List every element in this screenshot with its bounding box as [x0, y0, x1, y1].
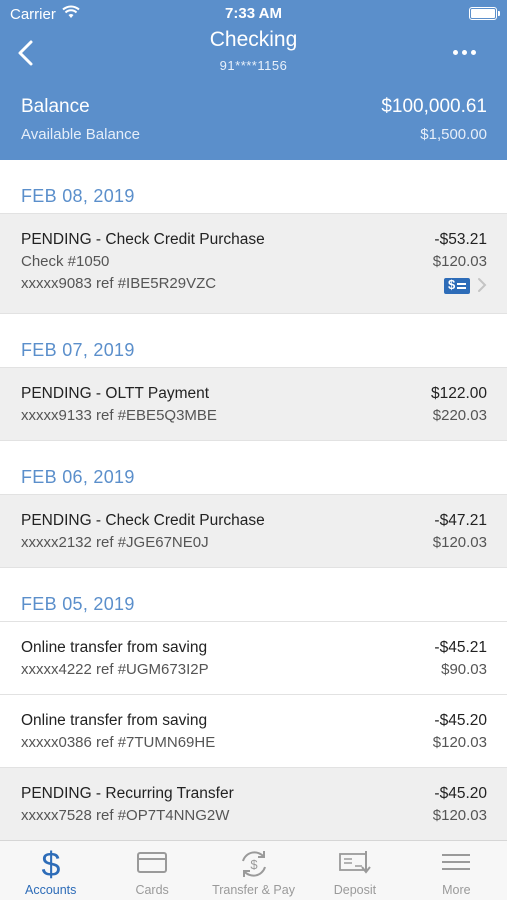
transaction-row[interactable]: Online transfer from saving xxxxx4222 re…	[0, 622, 507, 695]
status-bar: Carrier 7:33 AM	[0, 0, 507, 28]
transaction-amount: -$45.20	[434, 785, 487, 802]
deposit-icon	[339, 851, 371, 874]
tab-deposit[interactable]: Deposit	[304, 841, 405, 900]
more-options-icon[interactable]	[451, 42, 479, 62]
battery-icon	[469, 7, 500, 20]
tab-more[interactable]: More	[406, 841, 507, 900]
page-title: Checking	[209, 28, 298, 51]
svg-text:$: $	[41, 847, 60, 881]
transaction-ref: xxxxx7528 ref #OP7T4NNG2W	[21, 807, 230, 824]
transaction-description: PENDING - Check Credit Purchase	[21, 512, 265, 529]
transaction-check-number: Check #1050	[21, 253, 110, 270]
transaction-balance: $90.03	[441, 661, 487, 678]
tab-label: Accounts	[24, 883, 77, 897]
transaction-balance: $120.03	[432, 807, 487, 824]
date-label: FEB 07, 2019	[21, 340, 135, 360]
date-header: FEB 07, 2019	[0, 314, 507, 368]
transaction-row[interactable]: PENDING - Check Credit Purchase Check #1…	[0, 214, 507, 314]
svg-text:$: $	[250, 857, 258, 872]
transaction-amount: -$45.21	[434, 639, 487, 656]
date-label: FEB 08, 2019	[21, 186, 135, 206]
status-time: 7:33 AM	[225, 5, 282, 22]
balance-value: $100,000.61	[381, 96, 487, 117]
tab-accounts[interactable]: $ Accounts	[0, 841, 101, 900]
tab-transfer-pay[interactable]: $ Transfer & Pay	[203, 841, 304, 900]
menu-icon	[442, 854, 471, 870]
transaction-amount: -$45.20	[434, 712, 487, 729]
transaction-ref: xxxxx9083 ref #IBE5R29VZC	[21, 275, 217, 292]
transaction-balance: $220.03	[432, 407, 487, 424]
transaction-row[interactable]: PENDING - OLTT Payment xxxxx9133 ref #EB…	[0, 368, 507, 441]
transaction-balance: $120.03	[432, 734, 487, 751]
date-label: FEB 06, 2019	[21, 467, 135, 487]
transaction-row[interactable]: Online transfer from saving xxxxx0386 re…	[0, 695, 507, 768]
tab-cards[interactable]: Cards	[101, 841, 202, 900]
tab-label: Transfer & Pay	[212, 883, 295, 897]
chevron-right-icon	[478, 278, 487, 292]
available-balance-value: $1,500.00	[420, 126, 487, 143]
tab-label: Deposit	[333, 883, 377, 897]
transaction-ref: xxxxx9133 ref #EBE5Q3MBE	[21, 407, 217, 424]
account-header: Carrier 7:33 AM Checking 91****1156 Bala…	[0, 0, 507, 160]
tab-label: More	[442, 883, 471, 897]
transaction-ref: xxxxx2132 ref #JGE67NE0J	[21, 534, 209, 551]
tab-label: Cards	[135, 883, 169, 897]
transaction-ref: xxxxx4222 ref #UGM673I2P	[21, 661, 209, 678]
transaction-balance: $120.03	[432, 253, 487, 270]
card-icon	[137, 852, 168, 873]
transaction-list: FEB 08, 2019 PENDING - Check Credit Purc…	[0, 160, 507, 841]
transaction-amount: -$53.21	[434, 231, 487, 248]
balance-label: Balance	[21, 96, 90, 117]
account-number: 91****1156	[219, 58, 288, 73]
transaction-description: PENDING - OLTT Payment	[21, 385, 210, 402]
transaction-amount: $122.00	[430, 385, 487, 402]
check-image-icon[interactable]: $	[444, 277, 470, 294]
transfer-icon: $	[241, 851, 266, 877]
dollar-icon: $	[41, 847, 60, 881]
transaction-row[interactable]: PENDING - Check Credit Purchase xxxxx213…	[0, 495, 507, 568]
transaction-description: Online transfer from saving	[21, 639, 208, 656]
tab-bar: $ Accounts Cards $ Transfer & Pay Deposi…	[0, 840, 507, 900]
transaction-ref: xxxxx0386 ref #7TUMN69HE	[21, 734, 216, 751]
date-header: FEB 08, 2019	[0, 160, 507, 214]
transaction-amount: -$47.21	[434, 512, 487, 529]
date-header: FEB 06, 2019	[0, 441, 507, 495]
transaction-description: Online transfer from saving	[21, 712, 208, 729]
transaction-description: PENDING - Check Credit Purchase	[21, 231, 265, 248]
date-header: FEB 05, 2019	[0, 568, 507, 622]
transaction-row[interactable]: PENDING - Recurring Transfer xxxxx7528 r…	[0, 768, 507, 841]
date-label: FEB 05, 2019	[21, 594, 135, 614]
transaction-description: PENDING - Recurring Transfer	[21, 785, 234, 802]
available-balance-label: Available Balance	[21, 126, 140, 143]
transaction-balance: $120.03	[432, 534, 487, 551]
